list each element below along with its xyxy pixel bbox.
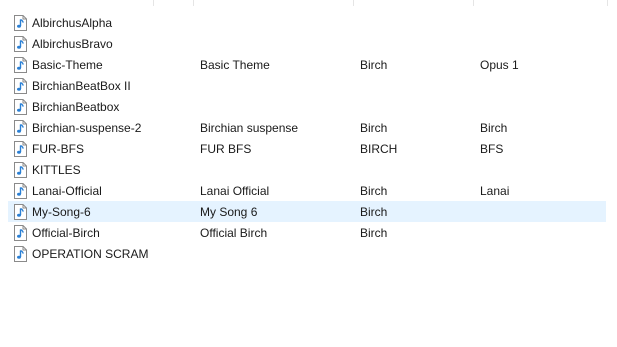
file-row[interactable]: FUR-BFS FUR BFS BIRCH BFS [8,138,606,159]
file-title: Birchian suspense [200,121,299,135]
file-artist: Birch [360,226,388,240]
audio-file-icon [13,36,28,52]
file-row[interactable]: AlbirchusBravo [8,33,606,54]
audio-file-icon [13,162,28,178]
file-album: Lanai [480,184,510,198]
file-name: KITTLES [32,163,81,177]
audio-file-icon [13,225,28,241]
audio-file-icon [13,78,28,94]
file-row[interactable]: My-Song-6 My Song 6 Birch [8,201,606,222]
file-name: FUR-BFS [32,142,84,156]
file-row[interactable]: AlbirchusAlpha [8,12,606,33]
file-list: AlbirchusAlpha AlbirchusBravo Basic-Theme B… [0,12,617,264]
audio-file-icon [13,141,28,157]
file-row[interactable]: Official-Birch Official Birch Birch [8,222,606,243]
file-row[interactable]: Lanai-Official Lanai Official Birch Lanai [8,180,606,201]
audio-file-icon [13,120,28,136]
file-artist: Birch [360,58,388,72]
file-name: BirchianBeatbox [32,100,120,114]
audio-file-icon [13,15,28,31]
column-divider[interactable] [607,0,608,6]
file-album: Opus 1 [480,58,519,72]
file-title: Official Birch [200,226,268,240]
file-row[interactable]: BirchianBeatbox [8,96,606,117]
file-name: Basic-Theme [32,58,103,72]
file-artist: Birch [360,184,388,198]
audio-file-icon [13,99,28,115]
audio-file-icon [13,246,28,262]
file-artist: Birch [360,205,388,219]
file-row[interactable]: KITTLES [8,159,606,180]
file-row[interactable]: Birchian-suspense-2 Birchian suspense Birc… [8,117,606,138]
file-name: Official-Birch [32,226,100,240]
column-header-strip [0,0,617,6]
column-divider[interactable] [473,0,474,6]
file-name: OPERATION SCRAM [32,247,149,261]
file-name: My-Song-6 [32,205,91,219]
file-artist: BIRCH [360,142,398,156]
file-title: Basic Theme [200,58,270,72]
file-album: Birch [480,121,508,135]
file-row[interactable]: BirchianBeatBox II [8,75,606,96]
file-artist: Birch [360,121,388,135]
file-row[interactable]: OPERATION SCRAM [8,243,606,264]
audio-file-icon [13,183,28,199]
file-name: AlbirchusBravo [32,37,113,51]
file-name: BirchianBeatBox II [32,79,131,93]
file-title: My Song 6 [200,205,258,219]
file-row[interactable]: Basic-Theme Basic Theme Birch Opus 1 [8,54,606,75]
column-divider[interactable] [353,0,354,6]
file-name: Lanai-Official [32,184,102,198]
column-divider[interactable] [193,0,194,6]
audio-file-icon [13,57,28,73]
audio-file-icon [13,204,28,220]
file-name: AlbirchusAlpha [32,16,113,30]
column-divider[interactable] [153,0,154,6]
file-title: FUR BFS [200,142,252,156]
file-album: BFS [480,142,504,156]
file-name: Birchian-suspense-2 [32,121,142,135]
file-title: Lanai Official [200,184,270,198]
